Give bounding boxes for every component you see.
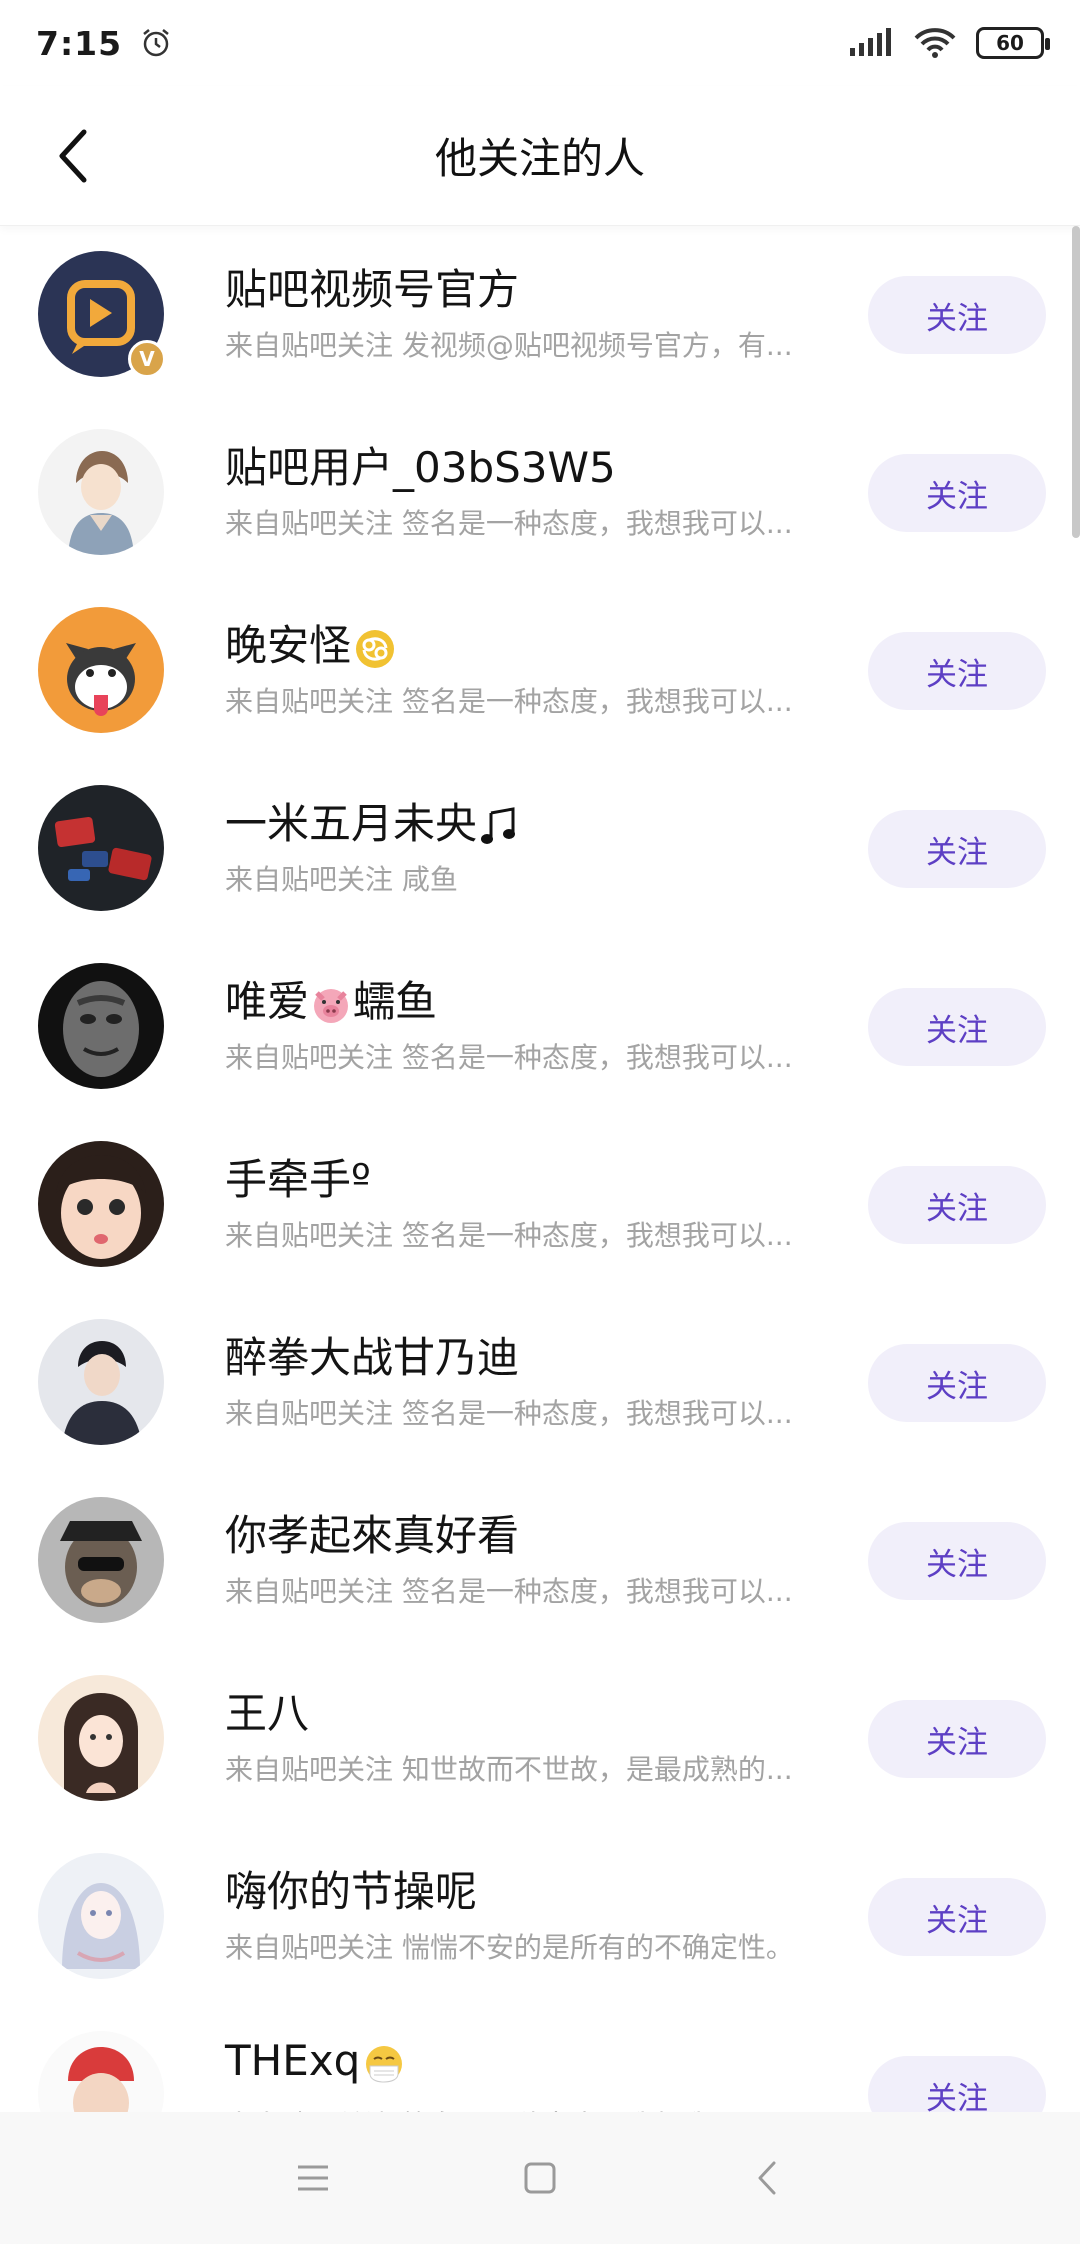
pig-emoji (314, 988, 349, 1023)
user-avatar[interactable] (38, 607, 164, 733)
user-avatar[interactable] (38, 2031, 164, 2112)
user-name: 嗨你的节操呢 (225, 1867, 478, 1916)
user-name: 手牵手º (225, 1155, 371, 1204)
user-description: 来自贴吧关注 签名是一种态度，我想我可以... (225, 1397, 793, 1430)
user-avatar[interactable] (38, 1319, 164, 1445)
system-nav-bar (0, 2112, 1080, 2244)
following-list[interactable]: V 贴吧视频号官方 来自贴吧关注 发视频@贴吧视频号官方，有... 关注 贴吧用… (0, 226, 1080, 2112)
follow-button[interactable]: 关注 (868, 276, 1046, 354)
back-button[interactable] (42, 126, 102, 186)
music-note-emoji (481, 806, 516, 844)
user-name: 你孝起來真好看 (225, 1511, 520, 1560)
user-description: 来自贴吧关注 签名是一种态度，我想我可以... (225, 1041, 793, 1074)
list-item[interactable]: 一米五月未央 来自贴吧关注 咸鱼 关注 (0, 760, 1080, 938)
user-description: 来自贴吧关注 签名是一种态度，我想我可以... (225, 1219, 793, 1252)
user-avatar[interactable] (38, 429, 164, 555)
user-description: 来自贴吧关注 咸鱼 (225, 863, 458, 896)
user-description: 来自贴吧关注 签名是一种态度，我想我可以... (225, 1575, 793, 1608)
battery-indicator: 60 (976, 27, 1050, 59)
list-item[interactable]: 醉拳大战甘乃迪 来自贴吧关注 签名是一种态度，我想我可以... 关注 (0, 1294, 1080, 1472)
user-name: THExq (225, 2036, 404, 2085)
user-avatar[interactable] (38, 1141, 164, 1267)
list-item[interactable]: 贴吧用户_03bS3W5 来自贴吧关注 签名是一种态度，我想我可以... 关注 (0, 404, 1080, 582)
user-name: 王八 (225, 1689, 310, 1738)
follow-button[interactable]: 关注 (868, 454, 1046, 532)
user-description: 来自贴吧关注 知世故而不世故，是最成熟的... (225, 1753, 793, 1786)
list-item[interactable]: 晚安怪 来自贴吧关注 签名是一种态度，我想我可以... 关注 (0, 582, 1080, 760)
battery-level: 60 (996, 31, 1024, 55)
follow-button[interactable]: 关注 (868, 1166, 1046, 1244)
user-avatar[interactable] (38, 963, 164, 1089)
follow-button[interactable]: 关注 (868, 2056, 1046, 2112)
list-item[interactable]: 唯爱 蠕鱼 来自贴吧关注 签名是一种态度，我想我可以... 关注 (0, 938, 1080, 1116)
follow-button[interactable]: 关注 (868, 1700, 1046, 1778)
user-avatar[interactable] (38, 1497, 164, 1623)
follow-button[interactable]: 关注 (868, 1878, 1046, 1956)
top-header: 他关注的人 (0, 86, 1080, 226)
follow-button[interactable]: 关注 (868, 1344, 1046, 1422)
alarm-icon (143, 29, 169, 57)
verified-badge: V (128, 340, 166, 378)
status-time: 7:15 (36, 23, 123, 63)
list-item[interactable]: V 贴吧视频号官方 来自贴吧关注 发视频@贴吧视频号官方，有... 关注 (0, 226, 1080, 404)
list-item[interactable]: 手牵手º 来自贴吧关注 签名是一种态度，我想我可以... 关注 (0, 1116, 1080, 1294)
user-name: 贴吧视频号官方 (225, 265, 520, 314)
user-avatar[interactable] (38, 1675, 164, 1801)
user-name: 贴吧用户_03bS3W5 (225, 443, 616, 492)
user-description: 来自贴吧关注 惴惴不安的是所有的不确定性。 (225, 1931, 794, 1964)
user-name: 醉拳大战甘乃迪 (225, 1333, 520, 1382)
mask-face-emoji (366, 2045, 403, 2083)
scrollbar[interactable] (1072, 226, 1080, 538)
page-title: 他关注的人 (434, 134, 645, 183)
user-description: 来自贴吧关注 签名是一种态度，我想我可以... (225, 2104, 845, 2112)
nav-back-button[interactable] (737, 2148, 797, 2208)
follow-button[interactable]: 关注 (868, 988, 1046, 1066)
follow-button[interactable]: 关注 (868, 632, 1046, 710)
square-icon (524, 2162, 556, 2194)
chevron-left-icon (758, 2161, 776, 2195)
status-bar: 7:15 60 (0, 0, 1080, 86)
home-button[interactable] (510, 2148, 570, 2208)
menu-icon (298, 2165, 329, 2191)
chevron-left-icon (59, 129, 87, 183)
follow-button[interactable]: 关注 (868, 1522, 1046, 1600)
list-item[interactable]: 王八 来自贴吧关注 知世故而不世故，是最成熟的... 关注 (0, 1650, 1080, 1828)
list-item[interactable]: THExq 来自贴吧关注 签名是一种态度，我想我可以... 关注 (0, 2006, 1080, 2112)
wifi-icon (914, 28, 956, 58)
user-name: 晚安怪 (225, 612, 395, 673)
user-description: 来自贴吧关注 签名是一种态度，我想我可以... (225, 507, 793, 540)
user-name: 唯爱 蠕鱼 (225, 977, 438, 1026)
cancer-emoji (356, 629, 395, 668)
user-description: 来自贴吧关注 签名是一种态度，我想我可以... (225, 685, 793, 718)
user-avatar[interactable] (38, 1853, 164, 1979)
user-description: 来自贴吧关注 发视频@贴吧视频号官方，有... (225, 329, 793, 362)
signal-icon (850, 28, 891, 56)
list-item[interactable]: 嗨你的节操呢 来自贴吧关注 惴惴不安的是所有的不确定性。 关注 (0, 1828, 1080, 2006)
list-item[interactable]: 你孝起來真好看 来自贴吧关注 签名是一种态度，我想我可以... 关注 (0, 1472, 1080, 1650)
user-avatar[interactable] (38, 785, 164, 911)
user-name: 一米五月未央 (225, 790, 517, 851)
follow-button[interactable]: 关注 (868, 810, 1046, 888)
menu-button[interactable] (283, 2148, 343, 2208)
